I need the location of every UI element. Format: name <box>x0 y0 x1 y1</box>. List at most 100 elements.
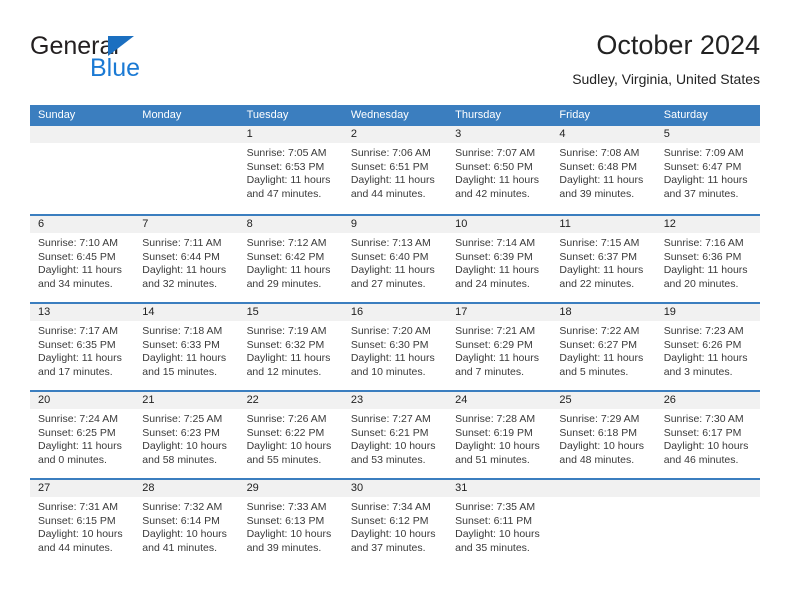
calendar-day-cell[interactable]: 28 Sunrise: 7:32 AM Sunset: 6:14 PM Dayligh… <box>134 480 239 566</box>
calendar-day-cell[interactable]: 9 Sunrise: 7:13 AM Sunset: 6:40 PM Daylight… <box>342 216 448 302</box>
calendar-day-cell[interactable]: 20 Sunrise: 7:24 AM Sunset: 6:25 PM Dayligh… <box>30 392 135 478</box>
calendar-week-row: 20 Sunrise: 7:24 AM Sunset: 6:25 PM Dayligh… <box>30 390 760 478</box>
calendar-day-cell[interactable]: 7 Sunrise: 7:11 AM Sunset: 6:44 PM Daylight… <box>134 216 239 302</box>
day-details: Sunrise: 7:29 AM Sunset: 6:18 PM Daylight:… <box>551 409 655 467</box>
calendar-day-cell[interactable]: 5 Sunrise: 7:09 AM Sunset: 6:47 PM Daylight… <box>655 126 760 214</box>
calendar-day-cell[interactable]: 2 Sunrise: 7:06 AM Sunset: 6:51 PM Daylight… <box>342 126 448 214</box>
day-details: Sunrise: 7:28 AM Sunset: 6:19 PM Daylight:… <box>447 409 551 467</box>
daylight-duration-line2: and 20 minutes. <box>663 277 739 290</box>
daylight-duration-line1: Daylight: 11 hours <box>663 352 748 365</box>
calendar-day-cell[interactable]: 12 Sunrise: 7:16 AM Sunset: 6:36 PM Dayligh… <box>655 216 760 302</box>
sunset-time: Sunset: 6:19 PM <box>455 426 533 439</box>
day-details: Sunrise: 7:09 AM Sunset: 6:47 PM Daylight:… <box>656 143 760 201</box>
daylight-duration-line2: and 32 minutes. <box>142 277 217 290</box>
day-number: 31 <box>447 480 552 497</box>
sunrise-time: Sunrise: 7:25 AM <box>142 413 223 425</box>
daylight-duration-line2: and 51 minutes. <box>455 453 530 466</box>
calendar-day-cell[interactable]: 1 Sunrise: 7:05 AM Sunset: 6:53 PM Daylight… <box>238 126 343 214</box>
sunrise-time: Sunrise: 7:35 AM <box>455 501 536 513</box>
daylight-duration-line1: Daylight: 11 hours <box>38 264 122 277</box>
calendar-day-cell[interactable]: 17 Sunrise: 7:21 AM Sunset: 6:29 PM Dayligh… <box>447 304 552 390</box>
calendar-day-cell[interactable]: 22 Sunrise: 7:26 AM Sunset: 6:22 PM Dayligh… <box>238 392 343 478</box>
calendar-day-cell[interactable]: 27 Sunrise: 7:31 AM Sunset: 6:15 PM Dayligh… <box>30 480 135 566</box>
calendar-day-cell[interactable]: 19 Sunrise: 7:23 AM Sunset: 6:26 PM Dayligh… <box>655 304 760 390</box>
day-details: Sunrise: 7:06 AM Sunset: 6:51 PM Daylight:… <box>343 143 447 201</box>
sunset-time: Sunset: 6:25 PM <box>38 426 116 439</box>
sunrise-time: Sunrise: 7:22 AM <box>559 325 640 337</box>
daylight-duration-line2: and 35 minutes. <box>455 541 530 554</box>
daylight-duration-line2: and 55 minutes. <box>246 453 322 466</box>
sunrise-time: Sunrise: 7:10 AM <box>38 237 118 249</box>
calendar-day-cell[interactable]: 26 Sunrise: 7:30 AM Sunset: 6:17 PM Dayligh… <box>655 392 760 478</box>
day-details: Sunrise: 7:25 AM Sunset: 6:23 PM Daylight:… <box>134 409 238 467</box>
day-details: Sunrise: 7:22 AM Sunset: 6:27 PM Daylight:… <box>551 321 655 379</box>
sunset-time: Sunset: 6:11 PM <box>455 514 532 527</box>
calendar-day-cell[interactable]: 14 Sunrise: 7:18 AM Sunset: 6:33 PM Dayligh… <box>134 304 239 390</box>
sunrise-time: Sunrise: 7:24 AM <box>38 413 118 425</box>
day-number: 23 <box>342 392 448 409</box>
day-number <box>551 480 656 497</box>
calendar-day-cell[interactable]: 16 Sunrise: 7:20 AM Sunset: 6:30 PM Dayligh… <box>342 304 448 390</box>
day-number: 6 <box>30 216 135 233</box>
triangle-icon <box>108 36 134 56</box>
day-details: Sunrise: 7:15 AM Sunset: 6:37 PM Daylight:… <box>551 233 655 291</box>
calendar-day-cell[interactable]: 13 Sunrise: 7:17 AM Sunset: 6:35 PM Dayligh… <box>30 304 135 390</box>
day-number: 24 <box>447 392 552 409</box>
calendar-day-cell[interactable]: 18 Sunrise: 7:22 AM Sunset: 6:27 PM Dayligh… <box>551 304 656 390</box>
calendar-day-cell[interactable]: 24 Sunrise: 7:28 AM Sunset: 6:19 PM Dayligh… <box>447 392 552 478</box>
calendar-day-cell[interactable]: 29 Sunrise: 7:33 AM Sunset: 6:13 PM Dayligh… <box>238 480 343 566</box>
day-number: 21 <box>134 392 239 409</box>
calendar-day-cell[interactable]: 6 Sunrise: 7:10 AM Sunset: 6:45 PM Daylight… <box>30 216 135 302</box>
calendar-day-cell[interactable]: 21 Sunrise: 7:25 AM Sunset: 6:23 PM Dayligh… <box>134 392 239 478</box>
daylight-duration-line2: and 22 minutes. <box>559 277 635 290</box>
sunrise-time: Sunrise: 7:15 AM <box>559 237 640 249</box>
calendar-day-cell[interactable]: 25 Sunrise: 7:29 AM Sunset: 6:18 PM Dayligh… <box>551 392 656 478</box>
calendar-week-row: 13 Sunrise: 7:17 AM Sunset: 6:35 PM Dayligh… <box>30 302 760 390</box>
weekday-header-wednesday: Wednesday <box>350 109 409 121</box>
daylight-duration-line1: Daylight: 10 hours <box>246 528 332 541</box>
daylight-duration-line2: and 3 minutes. <box>663 365 733 378</box>
calendar-day-cell[interactable]: 3 Sunrise: 7:07 AM Sunset: 6:50 PM Daylight… <box>447 126 552 214</box>
sunset-time: Sunset: 6:27 PM <box>559 338 638 351</box>
day-details: Sunrise: 7:34 AM Sunset: 6:12 PM Daylight:… <box>343 497 447 555</box>
daylight-duration-line1: Daylight: 11 hours <box>350 174 435 187</box>
calendar-day-cell[interactable]: 31 Sunrise: 7:35 AM Sunset: 6:11 PM Dayligh… <box>447 480 552 566</box>
sunset-time: Sunset: 6:51 PM <box>350 160 429 173</box>
sunrise-time: Sunrise: 7:08 AM <box>559 147 640 159</box>
calendar-day-cell[interactable]: 15 Sunrise: 7:19 AM Sunset: 6:32 PM Dayligh… <box>238 304 343 390</box>
weekday-header-monday: Monday <box>142 109 182 121</box>
daylight-duration-line2: and 41 minutes. <box>142 541 217 554</box>
day-number: 13 <box>30 304 135 321</box>
sunrise-time: Sunrise: 7:28 AM <box>455 413 536 425</box>
sunrise-time: Sunrise: 7:19 AM <box>246 325 327 337</box>
day-number: 27 <box>30 480 135 497</box>
weekday-header-tuesday: Tuesday <box>246 109 289 121</box>
day-details: Sunrise: 7:24 AM Sunset: 6:25 PM Daylight:… <box>30 409 134 467</box>
daylight-duration-line1: Daylight: 11 hours <box>246 174 331 187</box>
day-details: Sunrise: 7:35 AM Sunset: 6:11 PM Daylight:… <box>447 497 551 555</box>
general-blue-logo[interactable]: General Blue <box>30 32 260 88</box>
daylight-duration-line1: Daylight: 10 hours <box>142 440 227 453</box>
daylight-duration-line1: Daylight: 11 hours <box>38 352 122 365</box>
sunrise-time: Sunrise: 7:13 AM <box>350 237 431 249</box>
daylight-duration-line1: Daylight: 11 hours <box>559 264 644 277</box>
calendar-day-cell[interactable]: 11 Sunrise: 7:15 AM Sunset: 6:37 PM Dayligh… <box>551 216 656 302</box>
calendar-day-cell[interactable]: 8 Sunrise: 7:12 AM Sunset: 6:42 PM Daylight… <box>238 216 343 302</box>
sunset-time: Sunset: 6:50 PM <box>455 160 533 173</box>
sunrise-time: Sunrise: 7:17 AM <box>38 325 118 337</box>
sunset-time: Sunset: 6:32 PM <box>246 338 325 351</box>
sunrise-time: Sunrise: 7:09 AM <box>663 147 744 159</box>
sunrise-time: Sunrise: 7:23 AM <box>663 325 744 337</box>
daylight-duration-line1: Daylight: 10 hours <box>455 528 540 541</box>
weekday-header-saturday: Saturday <box>663 109 708 121</box>
calendar-day-cell[interactable]: 30 Sunrise: 7:34 AM Sunset: 6:12 PM Dayligh… <box>342 480 448 566</box>
day-number: 30 <box>342 480 448 497</box>
daylight-duration-line1: Daylight: 11 hours <box>350 264 435 277</box>
day-number: 14 <box>134 304 239 321</box>
day-number: 5 <box>655 126 760 143</box>
calendar-day-cell[interactable]: 10 Sunrise: 7:14 AM Sunset: 6:39 PM Dayligh… <box>447 216 552 302</box>
calendar-day-cell[interactable]: 23 Sunrise: 7:27 AM Sunset: 6:21 PM Dayligh… <box>342 392 448 478</box>
daylight-duration-line2: and 10 minutes. <box>350 365 426 378</box>
calendar-day-cell[interactable]: 4 Sunrise: 7:08 AM Sunset: 6:48 PM Daylight… <box>551 126 656 214</box>
day-details: Sunrise: 7:26 AM Sunset: 6:22 PM Daylight:… <box>239 409 343 467</box>
